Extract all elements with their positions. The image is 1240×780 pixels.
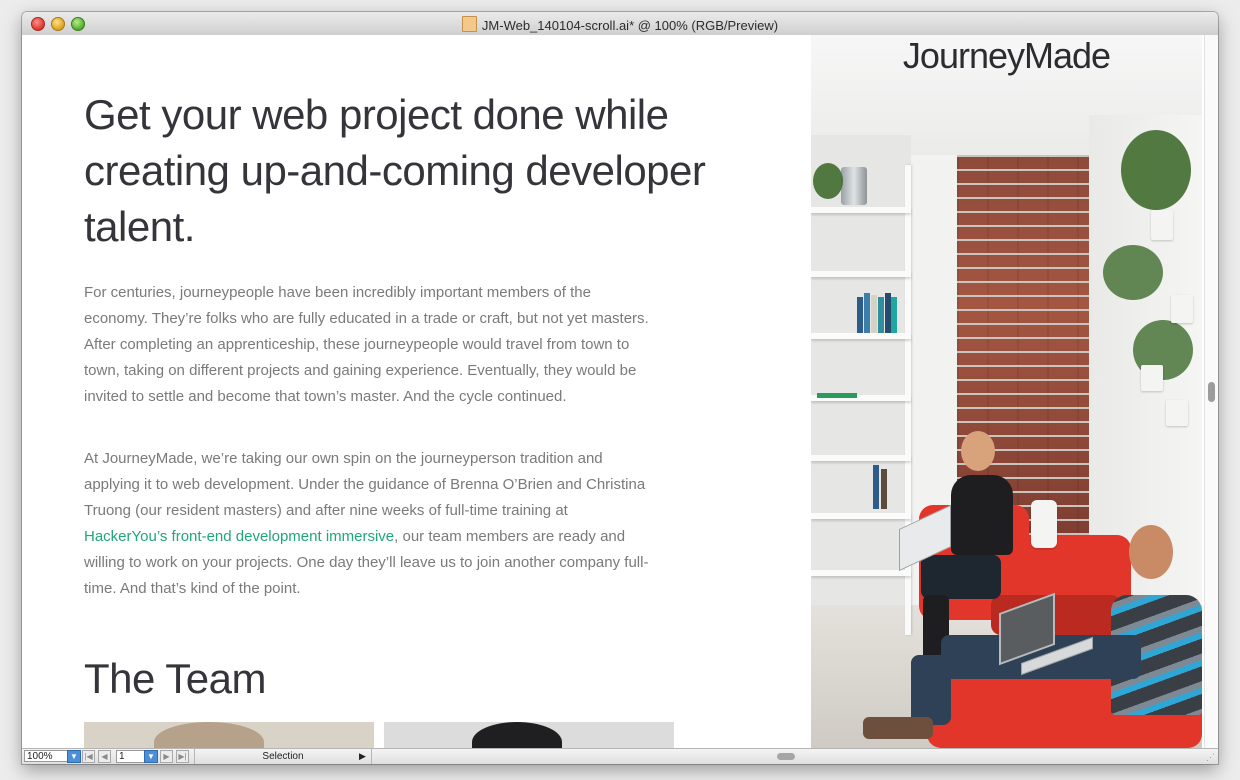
journeymade-logo: JourneyMade (902, 35, 1111, 76)
first-artboard-button[interactable]: |◀ (82, 750, 95, 763)
hero-headline: Get your web project done while creating… (84, 91, 706, 250)
artboard-number-field[interactable]: 1 (116, 750, 146, 763)
zoom-level-field[interactable]: 100% (24, 750, 68, 762)
ai-document-icon (461, 16, 477, 32)
vertical-scrollbar[interactable] (1204, 35, 1218, 748)
next-artboard-button[interactable]: ▶ (160, 750, 173, 763)
mission-text-start: At JourneyMade, we’re taking our own spi… (84, 450, 646, 519)
team-member-photo (84, 722, 374, 748)
office-photo: JourneyMade (811, 35, 1202, 748)
artboard-canvas[interactable]: Get your web project done while creating… (22, 35, 1218, 748)
intro-paragraph: For centuries, journeypeople have been i… (84, 284, 649, 405)
artboard-dropdown-button[interactable]: ▼ (144, 750, 158, 763)
status-mode-label[interactable]: Selection (194, 749, 372, 764)
zoom-dropdown-button[interactable]: ▼ (67, 750, 81, 763)
last-artboard-button[interactable]: ▶| (176, 750, 189, 763)
vertical-scroll-thumb[interactable] (1208, 382, 1215, 402)
watering-can (841, 167, 867, 205)
illustrator-window: JM-Web_140104-scroll.ai* @ 100% (RGB/Pre… (22, 12, 1218, 764)
document-title: JM-Web_140104-scroll.ai* @ 100% (RGB/Pre… (22, 16, 1218, 33)
horizontal-scroll-thumb[interactable] (777, 753, 795, 760)
title-bar[interactable]: JM-Web_140104-scroll.ai* @ 100% (RGB/Pre… (22, 12, 1218, 36)
mission-paragraph: At JourneyMade, we’re taking our own spi… (84, 446, 649, 602)
horizontal-scrollbar[interactable] (372, 749, 1202, 764)
team-heading: The Team (84, 655, 267, 702)
team-member-photo (384, 722, 674, 748)
status-bar: 100% ▼ |◀ ◀ 1 ▼ ▶ ▶| Selection ▶ ⋰ (22, 748, 1218, 764)
document-title-text: JM-Web_140104-scroll.ai* @ 100% (RGB/Pre… (481, 18, 779, 33)
previous-artboard-button[interactable]: ◀ (98, 750, 111, 763)
hackeryou-link[interactable]: HackerYou’s front-end development immers… (84, 528, 394, 545)
status-menu-arrow-icon[interactable]: ▶ (359, 749, 366, 764)
resize-grip-icon[interactable]: ⋰ (1206, 752, 1215, 763)
